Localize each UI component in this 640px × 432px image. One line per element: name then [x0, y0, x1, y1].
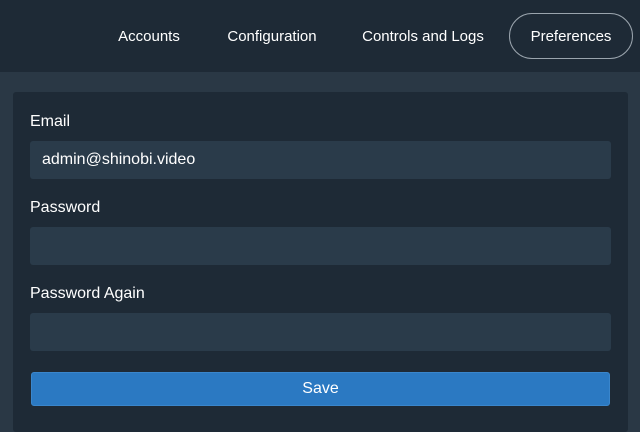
preferences-form-panel: Email Password Password Again Save: [13, 92, 628, 432]
save-button[interactable]: Save: [31, 372, 610, 406]
password-again-label: Password Again: [30, 285, 145, 302]
tab-configuration[interactable]: Configuration: [218, 13, 326, 59]
tab-controls-and-logs[interactable]: Controls and Logs: [352, 13, 494, 59]
top-navigation-bar: Accounts Configuration Controls and Logs…: [0, 0, 640, 72]
tab-accounts[interactable]: Accounts: [106, 13, 192, 59]
password-label: Password: [30, 199, 101, 216]
password-field[interactable]: [30, 227, 611, 265]
email-field[interactable]: [30, 141, 611, 179]
password-again-field[interactable]: [30, 313, 611, 351]
email-label: Email: [30, 113, 71, 130]
tab-preferences[interactable]: Preferences: [509, 13, 633, 59]
